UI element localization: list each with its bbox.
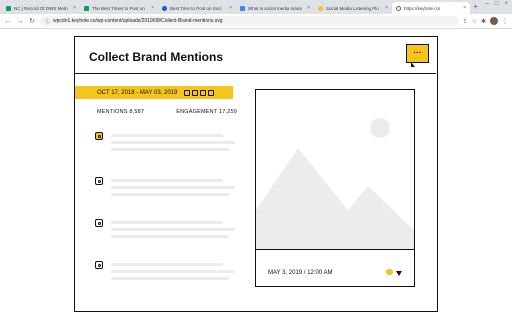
extensions-icon[interactable]: ✱ [481, 18, 486, 25]
tab-title: Best Time to Post on Soci [170, 5, 222, 11]
text-placeholder [111, 235, 229, 238]
toolbar: ← → ↻ ⓘ wpcdn1.keyhole.co/wp-content/upl… [0, 14, 512, 29]
list-item [95, 219, 235, 249]
close-icon[interactable]: × [151, 5, 154, 11]
engagement-count: ENGAGEMENT 17,259 [176, 109, 237, 115]
text-placeholder [111, 228, 235, 231]
text-placeholder [111, 270, 235, 273]
close-icon[interactable]: × [463, 5, 466, 11]
post-preview: MAY 3, 2019 / 12:00 AM [255, 89, 415, 287]
text-placeholder [111, 263, 223, 266]
back-icon[interactable]: ← [4, 18, 12, 25]
tab-strip: NC | Record Of DWS Metri × The Best Time… [0, 0, 512, 14]
close-icon[interactable]: × [73, 5, 76, 11]
tab-title: https://keyhole.co/ [404, 5, 441, 11]
tab-3[interactable]: Best Time to Post on Soci × [158, 2, 236, 14]
list-item [95, 132, 235, 162]
text-placeholder [111, 186, 235, 189]
youtube-icon [200, 89, 207, 96]
twitter-icon [184, 89, 191, 96]
text-placeholder [111, 221, 223, 224]
text-placeholder [111, 193, 229, 196]
browser-chrome: NC | Record Of DWS Metri × The Best Time… [0, 0, 512, 29]
close-icon[interactable]: × [229, 5, 232, 11]
text-placeholder [111, 148, 229, 151]
tab-title: What is social media mana [248, 5, 302, 11]
social-icons [184, 89, 215, 96]
tab-title: The Best Times to Post on [92, 5, 145, 11]
heart-icon [386, 269, 393, 275]
avatar[interactable] [490, 17, 498, 25]
reload-icon[interactable]: ↻ [28, 17, 36, 25]
tab-1[interactable]: NC | Record Of DWS Metri × [2, 2, 80, 14]
share-icon[interactable]: ⇪ [463, 18, 468, 25]
globe-icon [396, 5, 401, 11]
instagram-icon [95, 219, 103, 227]
menu-icon[interactable]: ⋮ [502, 18, 508, 25]
forward-icon[interactable]: → [16, 18, 24, 25]
address-bar[interactable]: ⓘ wpcdn1.keyhole.co/wp-content/uploads/2… [40, 16, 459, 26]
text-placeholder [111, 179, 223, 182]
brand-mentions-card: Collect Brand Mentions ··· OCT 17, 2018 … [74, 36, 438, 312]
maximize-icon[interactable]: □ [495, 1, 499, 7]
url-text: wpcdn1.keyhole.co/wp-content/uploads/201… [53, 18, 223, 24]
tab-2[interactable]: The Best Times to Post on × [80, 2, 158, 14]
date-range-bar: OCT 17, 2018 - MAY 03, 2019 [75, 86, 233, 99]
minimize-icon[interactable]: – [486, 1, 489, 7]
favicon [162, 5, 167, 11]
text-placeholder [111, 134, 223, 137]
favicon [6, 5, 11, 11]
instagram-icon [95, 132, 103, 140]
instagram-icon [95, 261, 103, 269]
page-title: Collect Brand Mentions [89, 50, 224, 64]
list-item [95, 177, 235, 207]
image-placeholder-icon [256, 90, 414, 250]
info-icon[interactable]: ⓘ [45, 18, 50, 25]
instagram-icon [192, 89, 199, 96]
tab-6-active[interactable]: https://keyhole.co/ × [392, 2, 470, 14]
mentions-count: MENTIONS 8,587 [97, 109, 145, 115]
tab-title: Social Media Listening Plu [326, 5, 379, 11]
facebook-icon [208, 89, 215, 96]
text-placeholder [111, 141, 235, 144]
favicon [240, 5, 245, 11]
bookmark-star-icon[interactable]: ☆ [472, 18, 477, 25]
date-range: OCT 17, 2018 - MAY 03, 2019 [97, 89, 178, 96]
list-item [95, 261, 235, 291]
instagram-icon [95, 177, 103, 185]
favicon [318, 5, 323, 11]
tab-4[interactable]: What is social media mana × [236, 2, 314, 14]
favicon [84, 5, 89, 11]
caret-down-icon [396, 271, 402, 276]
chat-bubble-icon: ··· [406, 44, 429, 67]
tab-5[interactable]: Social Media Listening Plu × [314, 2, 392, 14]
close-icon[interactable]: × [385, 5, 388, 11]
close-icon[interactable]: × [307, 5, 310, 11]
stats-row: MENTIONS 8,587 ENGAGEMENT 17,259 [97, 109, 237, 115]
text-placeholder [111, 277, 229, 280]
new-tab-icon[interactable]: + [473, 2, 478, 11]
post-date: MAY 3, 2019 / 12:00 AM [268, 270, 333, 276]
window-controls: – □ × [486, 1, 508, 7]
close-window-icon[interactable]: × [504, 1, 508, 7]
card-header: Collect Brand Mentions ··· [75, 37, 436, 74]
tab-title: NC | Record Of DWS Metri [14, 5, 68, 11]
